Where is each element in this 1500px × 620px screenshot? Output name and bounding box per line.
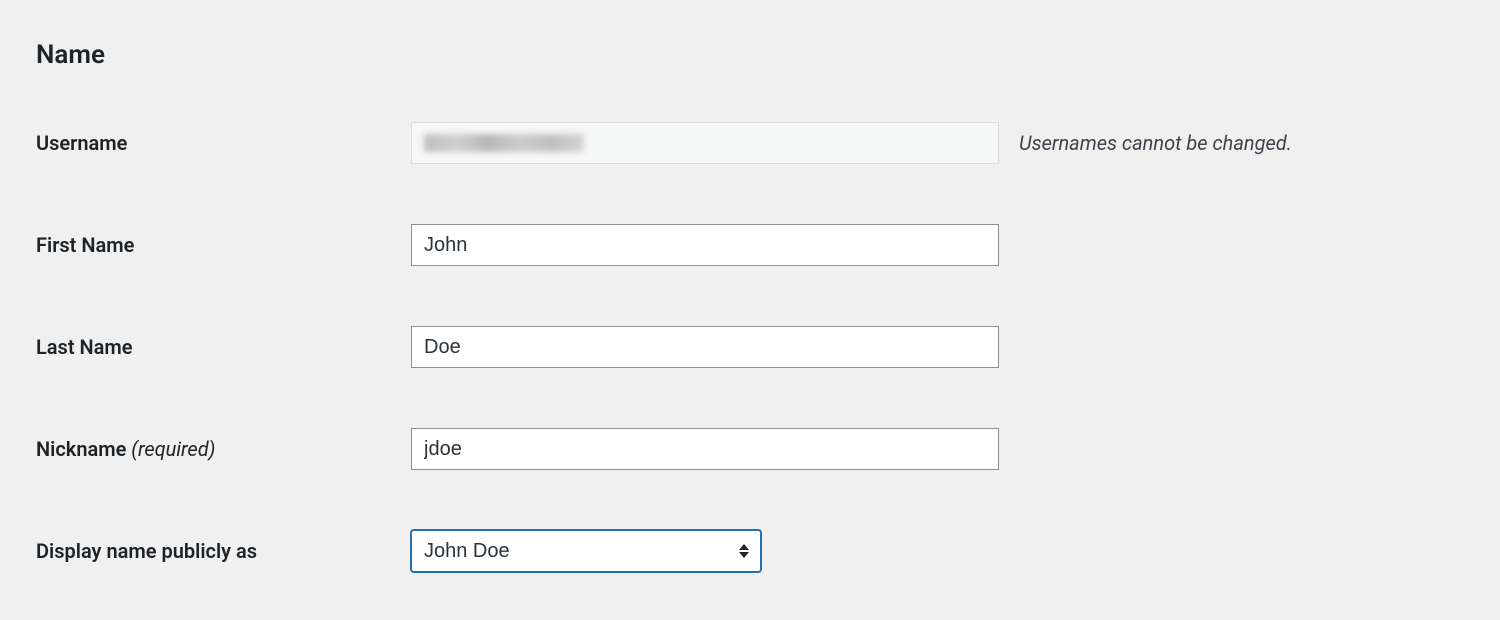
section-title: Name [36,40,1464,70]
username-description: Usernames cannot be changed. [1019,131,1292,155]
last-name-input[interactable] [411,326,999,368]
nickname-label: Nickname (required) [36,437,411,461]
display-name-select[interactable]: John Doe [411,530,761,572]
nickname-field-wrapper [411,428,999,470]
display-name-label: Display name publicly as [36,539,411,563]
display-name-row: Display name publicly as John Doe [36,530,1464,572]
first-name-field-wrapper [411,224,999,266]
username-field-wrapper [411,122,999,164]
display-name-field-wrapper: John Doe [411,530,999,572]
nickname-label-text: Nickname [36,437,126,461]
last-name-label: Last Name [36,335,411,359]
first-name-input[interactable] [411,224,999,266]
username-row: Username Usernames cannot be changed. [36,122,1464,164]
nickname-required-text: (required) [126,437,215,461]
first-name-label: First Name [36,233,411,257]
username-label: Username [36,131,411,155]
username-input [411,122,999,164]
last-name-row: Last Name [36,326,1464,368]
nickname-input[interactable] [411,428,999,470]
username-obscured-value [424,134,584,152]
nickname-row: Nickname (required) [36,428,1464,470]
display-name-select-wrapper: John Doe [411,530,761,572]
name-form-table: Username Usernames cannot be changed. Fi… [36,122,1464,572]
last-name-field-wrapper [411,326,999,368]
first-name-row: First Name [36,224,1464,266]
